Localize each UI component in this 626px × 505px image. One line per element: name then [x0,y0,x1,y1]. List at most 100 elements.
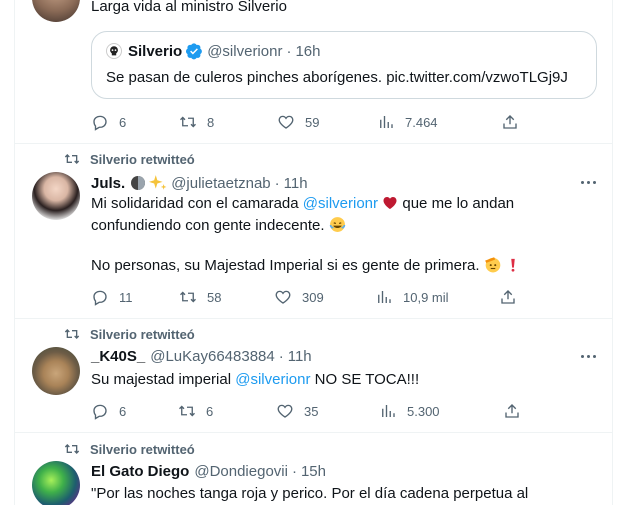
tweet-actions: 6 8 59 7.464 [91,112,529,132]
avatar[interactable] [32,461,80,505]
like-count: 309 [302,289,324,305]
more-icon[interactable] [581,355,596,358]
skull-icon [110,46,118,56]
quoted-tweet[interactable]: Silverio @silverionr · 16h Se pasan de c… [91,31,597,99]
divider [14,318,612,319]
retweet-button[interactable]: 8 [179,113,277,131]
share-icon [501,290,515,304]
tweet-text-part: No personas, su Majestad Imperial si es … [91,257,480,274]
quote-avatar [106,43,122,59]
views-button[interactable]: 7.464 [377,113,501,131]
tweet-actions: 6 6 35 5.300 [91,401,531,421]
reply-button[interactable]: 6 [91,113,179,131]
verified-icon [186,43,203,60]
exclamation-emoji-icon [511,258,515,272]
author-handle[interactable]: @julietaetznab [171,175,270,192]
like-count: 35 [304,403,319,419]
reply-icon [93,115,107,131]
retweet-button[interactable]: 58 [179,288,274,306]
timestamp[interactable]: 15h [301,463,326,480]
column-border-left [14,0,15,505]
retweeted-by-label: Silverio retwitteó [90,151,195,167]
author-handle[interactable]: @LuKay66483884 [150,348,275,365]
retweeted-by-label: Silverio retwitteó [90,441,195,457]
tweet-text-part: confundiendo con gente indecente. [91,217,325,234]
views-button[interactable]: 10,9 mil [375,288,499,306]
share-icon [505,404,519,418]
retweet-context[interactable]: Silverio retwitteó [64,151,195,167]
views-button[interactable]: 5.300 [379,402,503,420]
retweet-count: 6 [206,403,214,419]
timestamp[interactable]: 11h [284,175,308,192]
avatar[interactable] [32,0,80,22]
column-border-right [612,0,613,505]
reply-button[interactable]: 11 [91,288,179,306]
views-count: 7.464 [405,114,438,130]
tweet-text-line-1: Mi solidaridad con el camarada @silverio… [91,193,514,215]
like-button[interactable]: 309 [274,288,375,306]
more-icon[interactable] [581,181,596,184]
reply-count: 6 [119,403,127,419]
quote-timestamp[interactable]: 16h [295,43,320,60]
reply-icon [93,404,107,420]
moon-emoji-icon [131,176,146,190]
retweet-count: 8 [207,114,215,130]
tears-of-joy-emoji-icon [329,217,345,232]
reply-button[interactable]: 6 [91,402,178,420]
divider [14,143,612,144]
mention-link[interactable]: @silverionr [303,195,378,212]
retweet-icon [180,116,196,128]
reply-icon [93,290,107,306]
tweet-actions: 11 58 309 10,9 mil [91,287,527,307]
like-button[interactable]: 59 [277,113,377,131]
tweet-text-part: NO SE TOCA!!! [310,371,420,388]
quote-author-handle[interactable]: @silverionr [207,43,282,60]
retweet-icon [64,444,80,454]
views-icon [378,291,391,303]
retweet-context[interactable]: Silverio retwitteó [64,441,195,457]
like-count: 59 [305,114,320,130]
author-name[interactable]: _K40S_ [91,348,145,365]
quote-text: Se pasan de culeros pinches aborígenes. … [106,69,568,86]
retweet-count: 58 [207,289,222,305]
author-handle[interactable]: @Dondiegovii [194,463,288,480]
tweet-text-line-3: No personas, su Majestad Imperial si es … [91,255,520,277]
tweet-text: Su majestad imperial @silverionr NO SE T… [91,369,419,391]
heart-emoji-icon [383,197,397,209]
retweet-icon [180,291,196,303]
author-name[interactable]: Juls. [91,175,125,192]
sparkles-emoji-icon [149,175,167,190]
tweet-text-part: Mi solidaridad con el camarada [91,195,303,212]
share-button[interactable] [503,402,531,420]
tweet-text-line-2: confundiendo con gente indecente. [91,215,346,237]
timeline: Larga vida al ministro Silverio Silverio… [0,0,626,505]
like-icon [278,115,294,129]
reply-count: 6 [119,114,127,130]
mention-link[interactable]: @silverionr [235,371,310,388]
author-name[interactable]: El Gato Diego [91,463,189,480]
tweet-text-part: Su majestad imperial [91,371,236,388]
like-icon [275,290,291,304]
retweet-icon [179,405,195,417]
tweet-text-part: que me lo andan [398,195,515,212]
quote-author-name[interactable]: Silverio [128,43,182,60]
tweet-text: "Por las noches tanga roja y perico. Por… [91,485,529,502]
salute-face-emoji-icon [484,257,501,273]
avatar[interactable] [32,172,80,220]
retweet-icon [64,329,80,339]
share-button[interactable] [499,288,527,306]
reply-count: 11 [119,289,133,305]
retweet-button[interactable]: 6 [178,402,276,420]
retweet-context[interactable]: Silverio retwitteó [64,326,195,342]
views-icon [380,116,393,128]
views-count: 10,9 mil [403,289,449,305]
share-button[interactable] [501,113,529,131]
divider [14,432,612,433]
like-button[interactable]: 35 [276,402,379,420]
avatar[interactable] [32,347,80,395]
views-icon [382,405,395,417]
views-count: 5.300 [407,403,440,419]
retweeted-by-label: Silverio retwitteó [90,326,195,342]
timestamp[interactable]: 11h [288,348,312,365]
tweet-text: Larga vida al ministro Silverio [91,0,287,15]
